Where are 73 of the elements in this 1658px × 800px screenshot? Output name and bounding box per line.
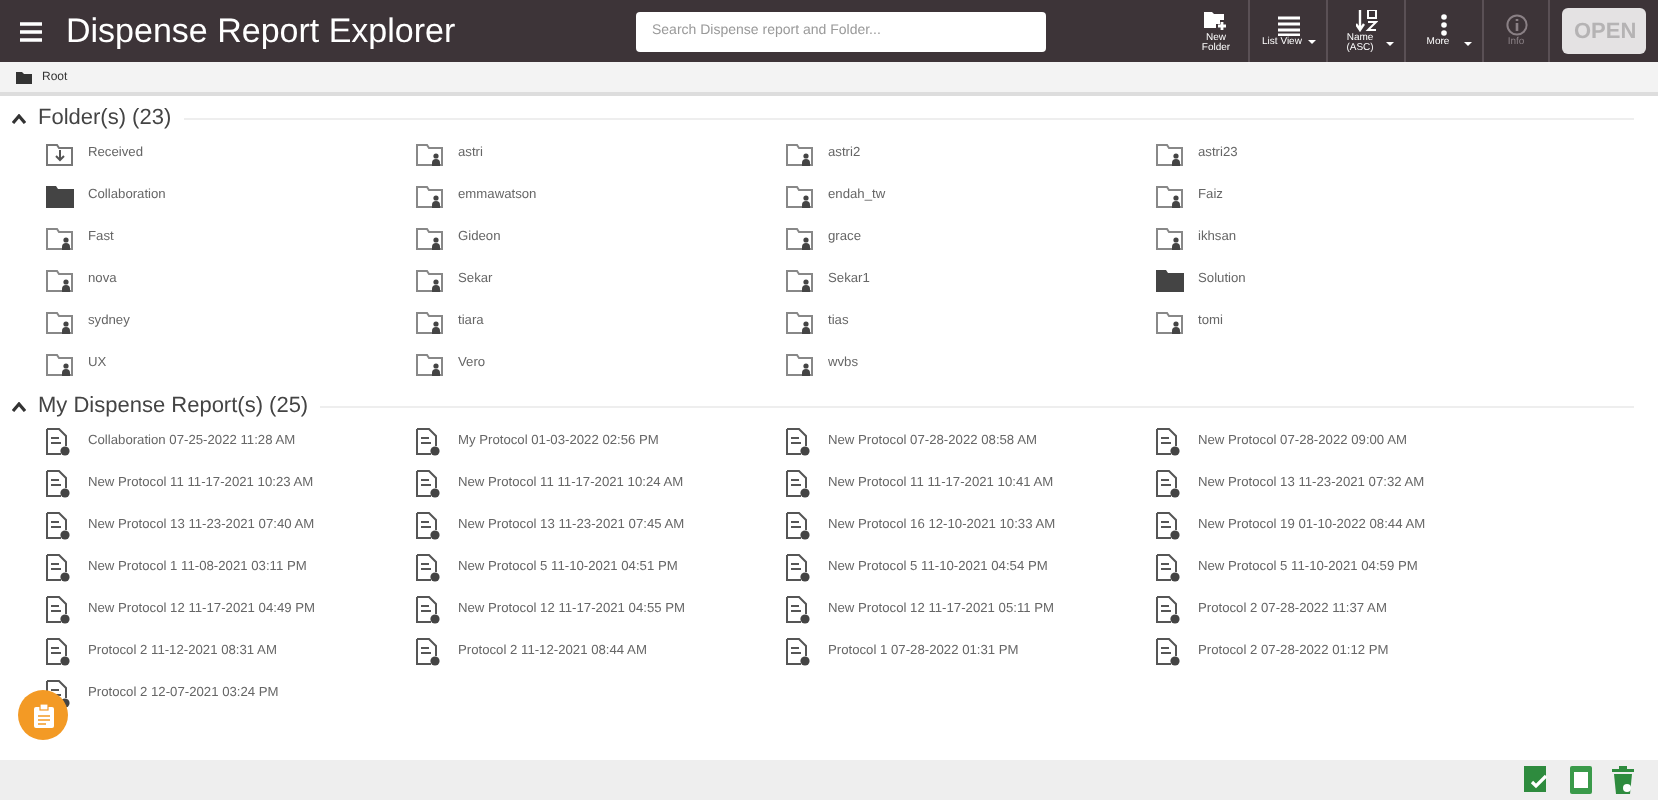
report-icon xyxy=(46,595,70,623)
shared-folder-icon xyxy=(46,309,74,333)
new-folder-icon xyxy=(1204,9,1228,31)
collapse-button[interactable] xyxy=(12,401,26,411)
shared-folder-icon xyxy=(1156,225,1184,249)
caret-icon xyxy=(1464,41,1472,45)
sort-icon xyxy=(1355,9,1377,31)
folder-icon xyxy=(46,183,74,207)
clipboard-icon xyxy=(33,703,53,727)
report-icon xyxy=(46,553,70,581)
report-icon xyxy=(416,637,440,665)
more-icon xyxy=(1440,14,1448,36)
list-icon xyxy=(1277,15,1299,35)
section-title: My Dispense Report(s) (25) xyxy=(38,394,309,418)
report-icon xyxy=(786,427,810,455)
shared-folder-icon xyxy=(786,267,814,291)
shared-folder-icon xyxy=(416,267,444,291)
shared-folder-icon xyxy=(786,225,814,249)
menu-button[interactable] xyxy=(16,17,46,45)
report-icon xyxy=(46,637,70,665)
report-icon xyxy=(786,637,810,665)
shared-folder-icon xyxy=(1156,141,1184,165)
report-icon xyxy=(416,427,440,455)
report-icon xyxy=(786,511,810,539)
shared-folder-icon xyxy=(416,183,444,207)
report-icon xyxy=(46,511,70,539)
report-icon xyxy=(416,595,440,623)
shared-folder-icon xyxy=(786,351,814,375)
shared-folder-icon xyxy=(1156,309,1184,333)
info-icon xyxy=(1505,14,1527,36)
folder-icon xyxy=(1156,267,1184,291)
shared-folder-icon xyxy=(786,309,814,333)
section-title: Folder(s) (23) xyxy=(38,106,172,130)
report-icon xyxy=(416,511,440,539)
report-icon xyxy=(1156,469,1180,497)
checklist-icon xyxy=(1524,766,1550,794)
trash-icon xyxy=(1612,766,1634,794)
report-icon xyxy=(416,553,440,581)
shared-folder-icon xyxy=(416,309,444,333)
footer-action-button[interactable] xyxy=(1612,766,1634,794)
app-title: Dispense Report Explorer xyxy=(66,11,458,51)
chevron-icon xyxy=(12,401,26,411)
shared-folder-icon xyxy=(46,351,74,375)
report-icon xyxy=(1156,511,1180,539)
shared-folder-icon xyxy=(786,141,814,165)
report-icon xyxy=(786,553,810,581)
folder-icon xyxy=(16,71,32,83)
shared-folder-icon xyxy=(46,267,74,291)
shared-folder-icon xyxy=(786,183,814,207)
chevron-icon xyxy=(12,113,26,123)
menu-icon xyxy=(20,21,42,41)
report-icon xyxy=(1156,637,1180,665)
inbox-folder-icon xyxy=(46,141,74,165)
report-icon xyxy=(786,595,810,623)
footer-action-button[interactable] xyxy=(1524,766,1550,794)
caret-icon xyxy=(1386,41,1394,45)
shared-folder-icon xyxy=(416,225,444,249)
footer-action-button[interactable] xyxy=(1570,766,1592,794)
shared-folder-icon xyxy=(1156,183,1184,207)
report-icon xyxy=(786,469,810,497)
shared-folder-icon xyxy=(46,225,74,249)
report-icon xyxy=(1156,553,1180,581)
collapse-button[interactable] xyxy=(12,113,26,123)
caret-icon xyxy=(1308,40,1316,44)
report-icon xyxy=(46,469,70,497)
shared-folder-icon xyxy=(416,351,444,375)
report-icon xyxy=(1156,595,1180,623)
report-icon xyxy=(46,427,70,455)
report-icon xyxy=(1156,427,1180,455)
shared-folder-icon xyxy=(416,141,444,165)
report-fab-button[interactable] xyxy=(18,690,68,740)
tablet-icon xyxy=(1570,766,1592,794)
report-icon xyxy=(416,469,440,497)
